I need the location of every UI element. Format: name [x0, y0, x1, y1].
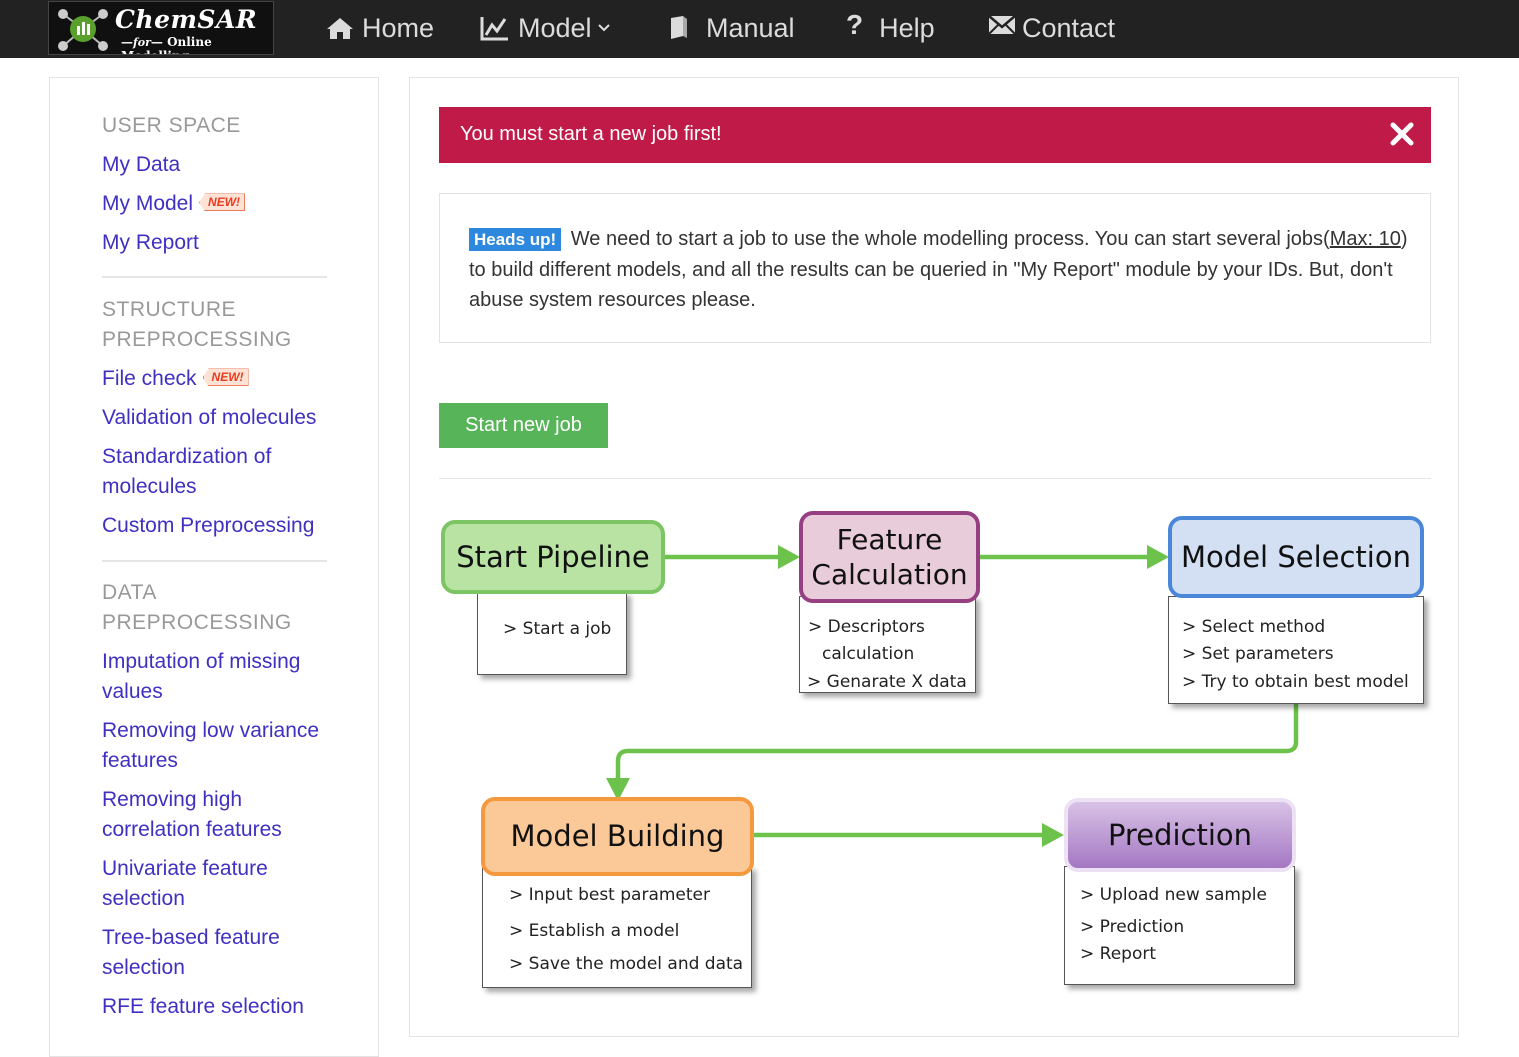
sidebar-divider [102, 560, 327, 562]
sidebar-item-univariate-line2: selection [102, 887, 185, 910]
sidebar-item-tree-based[interactable]: Tree-based feature selection [102, 923, 280, 983]
new-badge: NEW! [199, 193, 246, 212]
detail-line: > Input best parameter [509, 885, 710, 905]
sidebar-item-standardization[interactable]: Standardization of molecules [102, 442, 271, 502]
sidebar-item-low-variance[interactable]: Removing low variance features [102, 716, 319, 776]
brand-logo[interactable]: ChemSAR —for— Online Modelling [48, 1, 274, 55]
sidebar-item-high-correlation-line2: correlation features [102, 818, 282, 841]
prediction-details: > Upload new sample > Prediction > Repor… [1064, 866, 1295, 985]
top-navbar: ChemSAR —for— Online Modelling Home Mode… [0, 0, 1519, 58]
sidebar-item-validation[interactable]: Validation of molecules [102, 403, 316, 433]
chevron-down-icon [597, 24, 610, 32]
sidebar-item-file-check-label: File check [102, 367, 197, 390]
main-panel: You must start a new job first! Heads up… [409, 77, 1459, 1037]
detail-line: > Try to obtain best model [1182, 672, 1409, 692]
nav-home[interactable]: Home [326, 8, 434, 48]
detail-line: > Set parameters [1182, 644, 1334, 664]
nav-manual[interactable]: Manual [668, 8, 795, 48]
sidebar-item-low-variance-line2: features [102, 749, 178, 772]
new-badge: NEW! [202, 368, 249, 387]
node-model-selection: Model Selection [1168, 516, 1424, 598]
sidebar-item-tree-based-line2: selection [102, 956, 185, 979]
book-icon [671, 16, 687, 39]
sidebar-item-my-model-label: My Model [102, 192, 194, 215]
sidebar-divider [102, 276, 327, 278]
sidebar-item-imputation-line1: Imputation of missing [102, 650, 301, 673]
sidebar-item-high-correlation-line1: Removing high [102, 788, 243, 811]
sidebar-item-custom-preprocessing[interactable]: Custom Preprocessing [102, 511, 314, 541]
detail-line: > Upload new sample [1080, 885, 1267, 905]
model-selection-details: > Select method > Set parameters > Try t… [1168, 596, 1424, 704]
sidebar-item-high-correlation[interactable]: Removing high correlation features [102, 785, 282, 845]
home-icon [327, 18, 353, 39]
node-feature-calculation-title1: Feature [836, 523, 943, 556]
sidebar-item-standardization-line2: molecules [102, 475, 197, 498]
sidebar-item-imputation-line2: values [102, 680, 163, 703]
arrow-selection-to-building [615, 701, 1299, 783]
sidebar-item-my-model[interactable]: My Model NEW! [102, 189, 246, 219]
sidebar-item-standardization-line1: Standardization of [102, 445, 272, 468]
nav-model-label: Model [518, 12, 592, 43]
detail-line: > Start a job [503, 619, 612, 639]
nav-contact[interactable]: Contact [988, 8, 1115, 48]
sidebar-header-data-1: DATA [102, 581, 157, 604]
model-building-details: > Input best parameter > Establish a mod… [482, 866, 752, 988]
nav-contact-label: Contact [1022, 12, 1116, 43]
sidebar-item-file-check[interactable]: File check NEW! [102, 364, 249, 394]
sidebar-item-low-variance-line1: Removing low variance [102, 719, 320, 742]
feature-calculation-details: > Descriptors calculation > Genarate X d… [799, 596, 976, 693]
sidebar-header-data-2: PREPROCESSING [102, 611, 292, 634]
node-feature-calculation-title2: Calculation [811, 558, 968, 591]
sidebar-header-user-space: USER SPACE [102, 114, 241, 137]
sidebar-item-tree-based-line1: Tree-based feature [102, 926, 280, 949]
detail-line: > Prediction [1080, 917, 1185, 937]
detail-line: > Report [1080, 944, 1157, 964]
question-icon: ? [846, 9, 864, 40]
sidebar-item-rfe[interactable]: RFE feature selection [102, 992, 304, 1022]
sidebar-header-structure-1: STRUCTURE [102, 298, 236, 321]
arrowhead-prediction [1042, 823, 1064, 847]
nav-help-label: Help [879, 12, 935, 43]
node-model-building: Model Building [481, 797, 754, 876]
nav-model[interactable]: Model [480, 8, 618, 48]
nav-home-label: Home [362, 12, 435, 43]
sidebar: USER SPACE My Data My Model NEW! My Repor… [49, 77, 379, 1057]
nav-help[interactable]: ? Help [846, 8, 935, 48]
sidebar-item-univariate[interactable]: Univariate feature selection [102, 854, 268, 914]
detail-line: > Establish a model [509, 921, 680, 941]
node-prediction: Prediction [1064, 798, 1296, 872]
brand-tagline: —for— Online Modelling [121, 35, 273, 54]
start-pipeline-details: > Start a job [477, 592, 627, 675]
arrowhead-selection [1147, 545, 1169, 569]
detail-line: > Genarate X data [807, 672, 967, 692]
sidebar-item-my-report[interactable]: My Report [102, 228, 199, 258]
detail-line: > Descriptors [808, 617, 925, 637]
brand-title: ChemSAR [115, 5, 258, 34]
arrowhead-feature [778, 545, 800, 569]
sidebar-item-my-data[interactable]: My Data [102, 150, 180, 180]
sidebar-header-structure-2: PREPROCESSING [102, 328, 292, 351]
sidebar-item-imputation[interactable]: Imputation of missing values [102, 647, 300, 707]
envelope-icon [988, 15, 1016, 35]
detail-line: > Select method [1182, 617, 1326, 637]
detail-line: > Save the model and data [509, 954, 744, 974]
node-start-pipeline: Start Pipeline [441, 520, 665, 594]
molecule-logo-icon [58, 9, 108, 51]
sidebar-item-univariate-line1: Univariate feature [102, 857, 268, 880]
chart-icon [480, 17, 508, 41]
nav-manual-label: Manual [706, 12, 795, 43]
detail-line: calculation [822, 644, 915, 664]
node-feature-calculation: Feature Calculation [799, 511, 980, 603]
